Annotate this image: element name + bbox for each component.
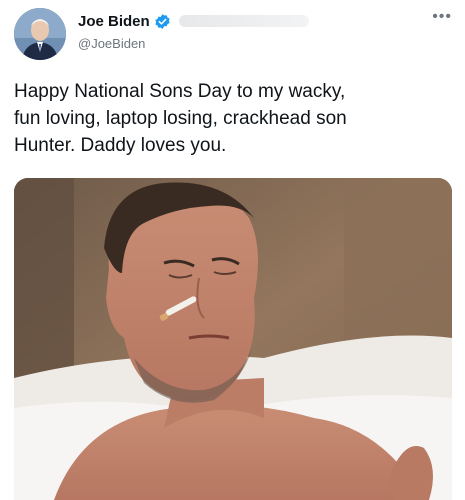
author-names: Joe Biden @JoeBiden	[78, 10, 309, 51]
more-options-icon[interactable]: •••	[432, 9, 452, 25]
display-name[interactable]: Joe Biden	[78, 13, 150, 30]
tweet-photo[interactable]	[14, 178, 452, 500]
verified-badge-icon	[155, 13, 170, 29]
tweet-card: Joe Biden @JoeBiden ••• Happy National S…	[0, 0, 465, 500]
tweet-header: Joe Biden @JoeBiden •••	[14, 8, 454, 64]
tweet-text: Happy National Sons Day to my wacky, fun…	[14, 81, 347, 156]
redacted-area	[178, 15, 309, 27]
author-handle[interactable]: @JoeBiden	[78, 36, 309, 51]
display-name-row: Joe Biden	[78, 10, 309, 32]
avatar[interactable]	[14, 8, 66, 60]
